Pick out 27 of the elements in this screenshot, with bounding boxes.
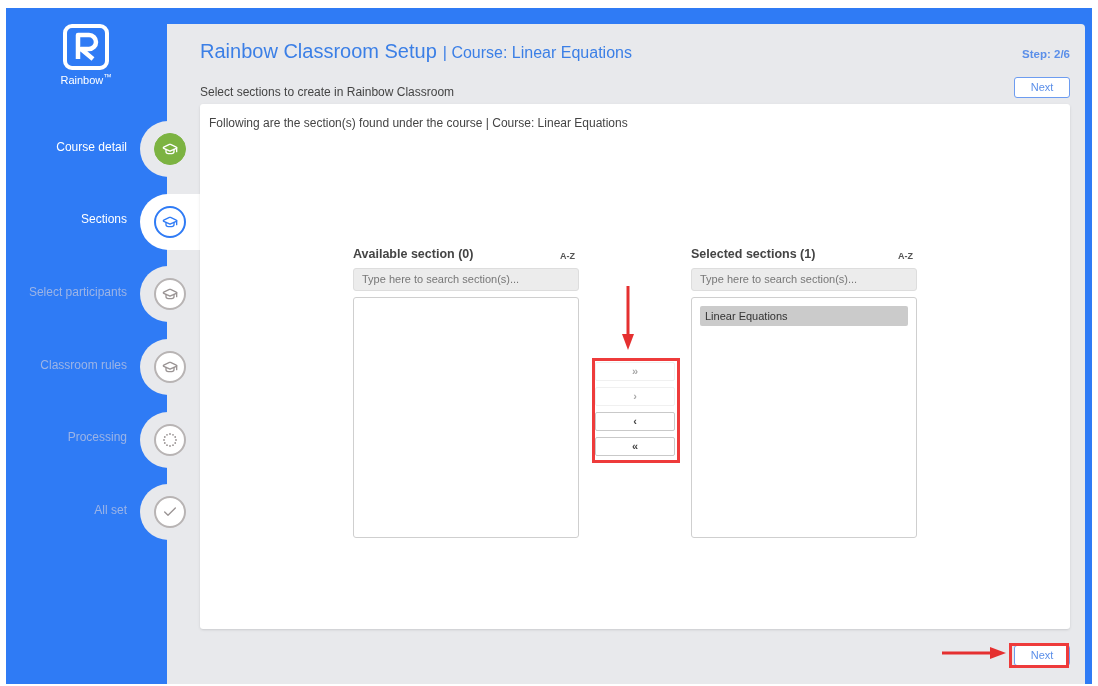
page-title: Rainbow Classroom Setup [200,39,437,64]
instruction-text: Select sections to create in Rainbow Classroom [200,84,455,101]
list-title: Selected sections (1) [691,246,816,263]
step-label[interactable]: Processing [6,428,127,447]
step-label[interactable]: Sections [6,210,127,229]
sort-button[interactable]: A-Z [898,250,913,264]
logo-wordmark: Rainbow$^{™}$ [60,72,112,88]
search-field[interactable]: Type here to search section(s)... [353,267,579,291]
intro-text: Following are the section(s) found under the course | Course: Linear Equations [209,115,629,132]
transfer-button[interactable]: « [595,437,675,456]
annotation-arrow [621,286,635,352]
list-title: Available section (0) [353,246,474,263]
logo-icon [62,23,110,71]
transfer-button[interactable]: ‹ [595,412,675,431]
step-label[interactable]: Select participants [6,283,127,301]
step-counter: Step: 2/6 [1022,47,1070,62]
dotted-circle-icon [162,431,178,448]
step-label[interactable]: Classroom rules [6,355,127,374]
page-subtitle: | Course: Linear Equations [442,43,632,63]
step-label[interactable]: All set [6,500,127,519]
list-item[interactable]: Linear Equations [700,305,908,326]
step-label[interactable]: Course detail [6,137,127,156]
sort-button[interactable]: A-Z [560,250,575,264]
annotation-arrow [942,646,1008,660]
annotation-highlight [1009,643,1069,668]
search-field[interactable]: Type here to search section(s)... [691,267,917,291]
next-button[interactable]: Next [1014,77,1070,98]
